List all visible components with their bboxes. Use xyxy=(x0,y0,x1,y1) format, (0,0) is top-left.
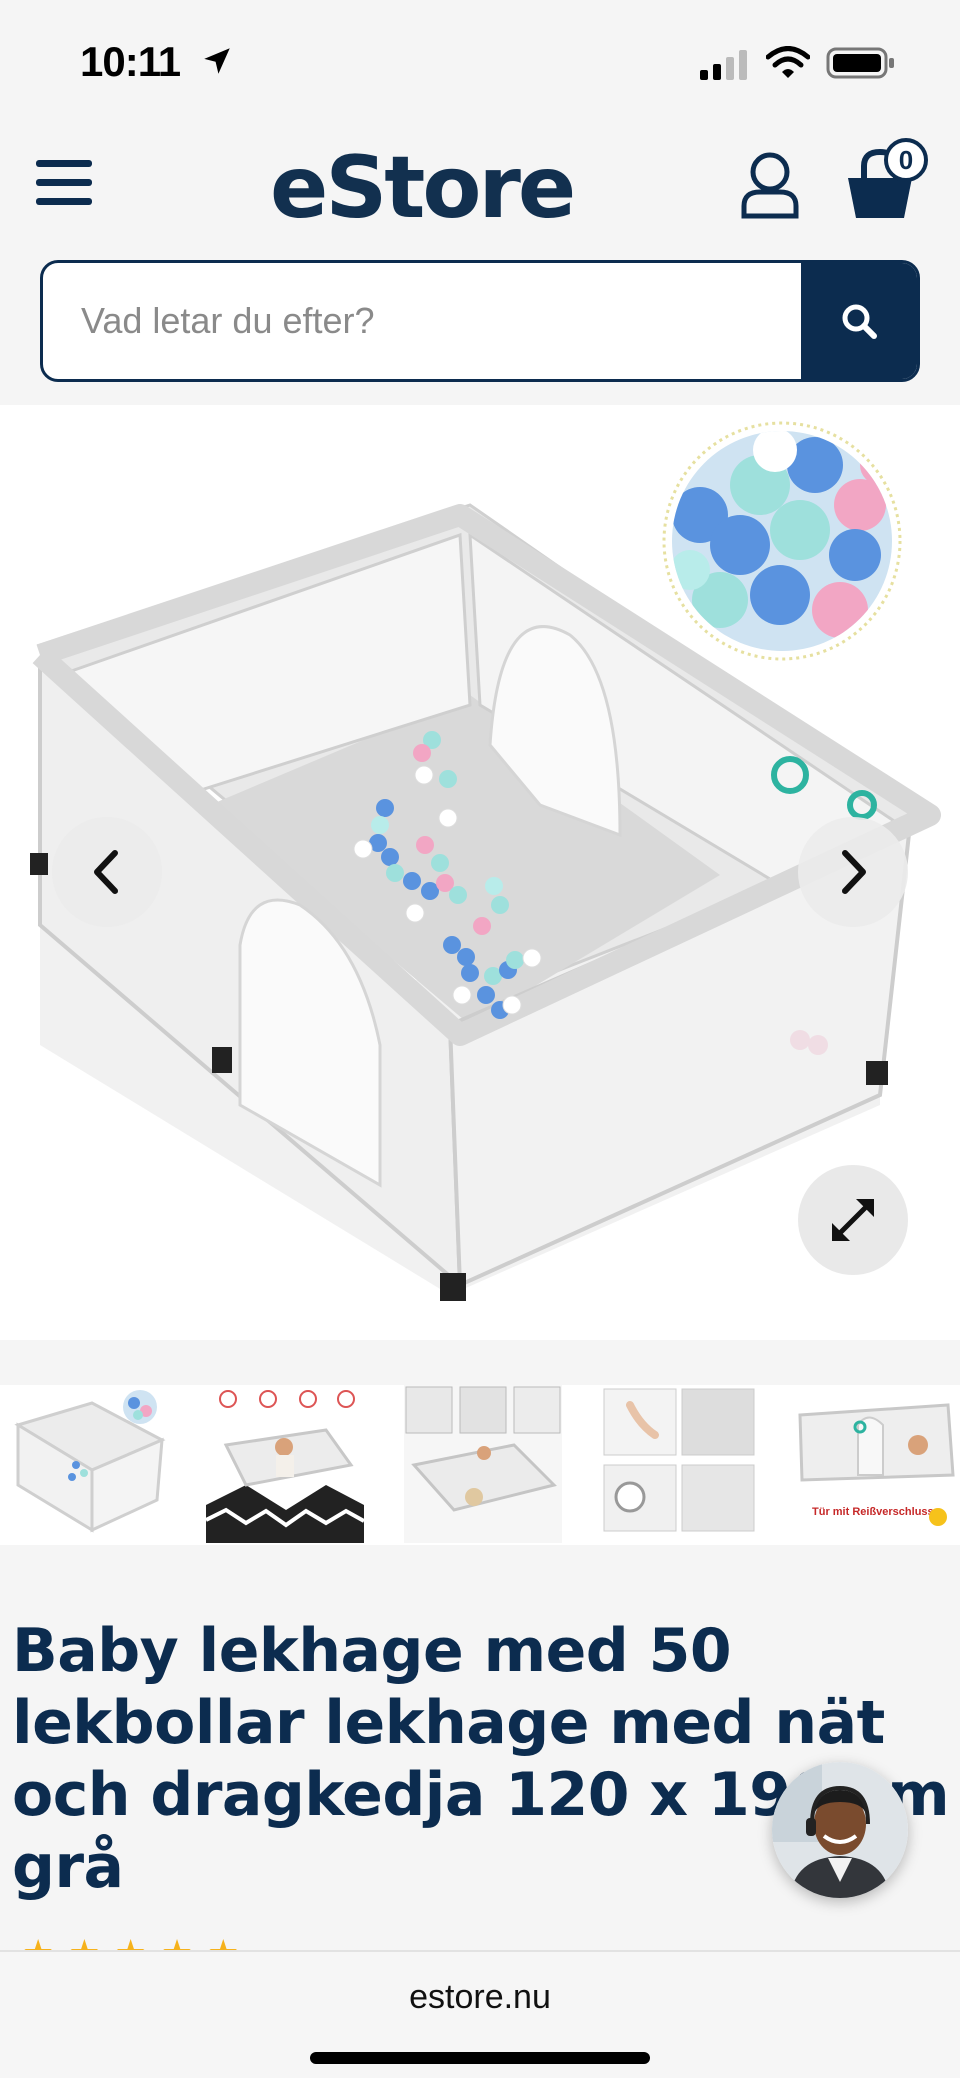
browser-url[interactable]: estore.nu xyxy=(0,1978,960,2017)
next-image-button[interactable] xyxy=(798,817,908,927)
previous-image-button[interactable] xyxy=(52,817,162,927)
expand-image-button[interactable] xyxy=(798,1165,908,1275)
battery-icon xyxy=(826,47,894,79)
account-icon[interactable] xyxy=(740,150,800,220)
search-input[interactable] xyxy=(43,263,805,379)
status-bar: 10:11 xyxy=(0,0,960,130)
menu-icon[interactable] xyxy=(36,160,92,210)
thumbnail-4[interactable] xyxy=(600,1385,758,1543)
search-box xyxy=(40,260,920,382)
store-logo[interactable]: eStore xyxy=(270,138,576,238)
expand-icon xyxy=(832,1199,874,1241)
support-chat-avatar[interactable] xyxy=(772,1762,908,1898)
site-header: eStore 0 xyxy=(0,130,960,405)
thumbnail-5[interactable]: Tür mit Reißverschluss xyxy=(798,1385,956,1543)
support-agent-photo xyxy=(772,1762,908,1898)
status-time: 10:11 xyxy=(80,38,181,85)
thumbnail-3[interactable] xyxy=(404,1385,562,1543)
browser-bottom-bar: estore.nu xyxy=(0,1950,960,2078)
chevron-right-icon xyxy=(842,850,866,894)
cart-count-badge: 0 xyxy=(884,138,928,182)
thumbnail-5-caption: Tür mit Reißverschluss xyxy=(812,1506,934,1518)
product-gallery xyxy=(0,405,960,1340)
thumbnail-2[interactable] xyxy=(206,1385,364,1543)
thumbnail-strip: Tür mit Reißverschluss xyxy=(0,1385,960,1545)
home-indicator[interactable] xyxy=(310,2052,650,2064)
search-icon xyxy=(842,304,877,339)
signal-icon xyxy=(700,50,747,80)
chevron-left-icon xyxy=(94,850,118,894)
search-button[interactable] xyxy=(801,263,917,379)
location-arrow-icon xyxy=(204,48,230,74)
wifi-icon xyxy=(766,46,810,78)
thumbnail-1[interactable] xyxy=(12,1385,170,1543)
